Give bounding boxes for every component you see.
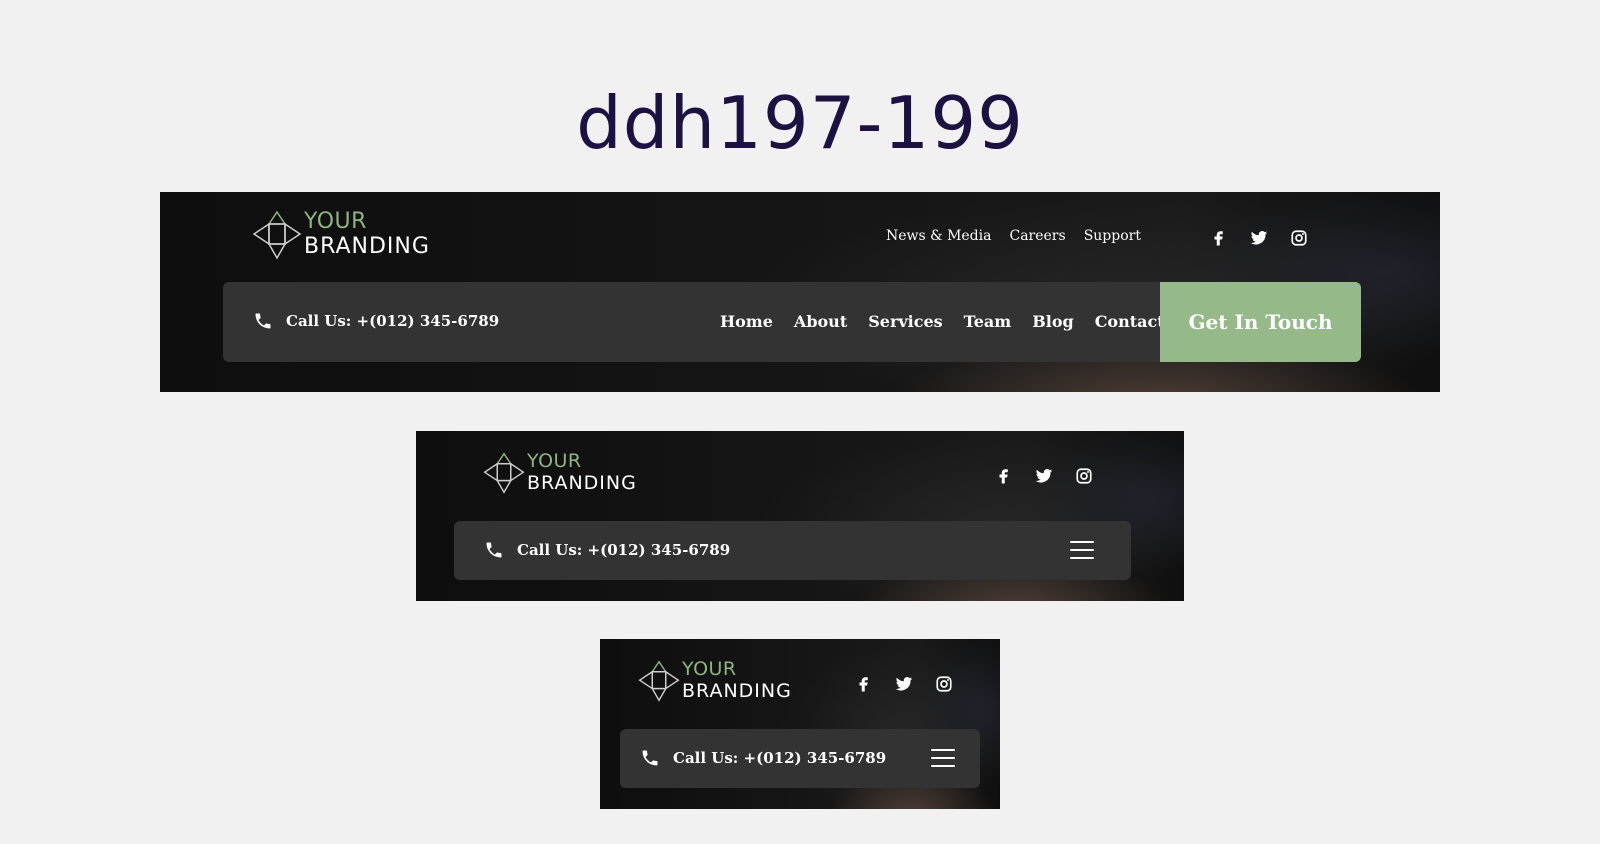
- brand-line2: BRANDING: [682, 680, 792, 702]
- brand-line2: BRANDING: [304, 234, 430, 259]
- top-link-careers[interactable]: Careers: [1009, 228, 1065, 244]
- brand-logo[interactable]: YOUR BRANDING: [252, 210, 430, 260]
- top-links: News & Media Careers Support: [886, 228, 1141, 244]
- logo-mark-icon: [638, 660, 680, 702]
- twitter-icon[interactable]: [1250, 229, 1268, 247]
- phone-contact[interactable]: Call Us: +(012) 345-6789: [640, 748, 886, 768]
- nav-about[interactable]: About: [794, 312, 847, 331]
- instagram-icon[interactable]: [935, 675, 953, 693]
- phone-icon: [255, 313, 271, 329]
- logo-mark-icon: [483, 452, 525, 494]
- twitter-icon[interactable]: [1035, 467, 1053, 485]
- hamburger-menu-icon[interactable]: [1070, 541, 1094, 559]
- logo-mark-icon: [252, 210, 302, 260]
- facebook-icon[interactable]: [1210, 229, 1228, 247]
- brand-line1: YOUR: [682, 658, 737, 680]
- social-links-mobile: [855, 675, 953, 693]
- brand-line2: BRANDING: [527, 472, 637, 494]
- phone-icon: [486, 542, 502, 558]
- brand-line1: YOUR: [527, 450, 582, 472]
- phone-contact[interactable]: Call Us: +(012) 345-6789: [253, 311, 499, 331]
- nav-team[interactable]: Team: [964, 312, 1012, 331]
- phone-contact[interactable]: Call Us: +(012) 345-6789: [484, 540, 730, 560]
- phone-label: Call Us: +(012) 345-6789: [673, 749, 887, 767]
- brand-logo-mobile[interactable]: YOUR BRANDING: [638, 659, 792, 703]
- header-desktop: YOUR BRANDING News & Media Careers Suppo…: [160, 192, 1440, 392]
- phone-label: Call Us: +(012) 345-6789: [286, 312, 500, 330]
- twitter-icon[interactable]: [895, 675, 913, 693]
- social-links-tablet: [995, 467, 1093, 485]
- facebook-icon[interactable]: [995, 467, 1013, 485]
- social-links: [1210, 229, 1308, 247]
- nav-contact[interactable]: Contact: [1095, 312, 1165, 331]
- facebook-icon[interactable]: [855, 675, 873, 693]
- header-mobile: YOUR BRANDING Call Us: +(012) 345-6789: [600, 639, 1000, 809]
- hamburger-menu-icon[interactable]: [931, 749, 955, 767]
- brand-line1: YOUR: [304, 209, 367, 234]
- nav-bar-tablet: Call Us: +(012) 345-6789: [454, 521, 1131, 580]
- brand-logo-tablet[interactable]: YOUR BRANDING: [483, 451, 637, 495]
- instagram-icon[interactable]: [1075, 467, 1093, 485]
- nav-home[interactable]: Home: [720, 312, 773, 331]
- nav-bar: Call Us: +(012) 345-6789 Home About Serv…: [223, 282, 1361, 362]
- phone-icon: [642, 750, 658, 766]
- phone-label: Call Us: +(012) 345-6789: [517, 541, 731, 559]
- page-title: ddh197-199: [576, 81, 1024, 165]
- get-in-touch-button[interactable]: Get In Touch: [1160, 282, 1361, 362]
- main-nav: Home About Services Team Blog Contact: [720, 312, 1165, 331]
- nav-bar-mobile: Call Us: +(012) 345-6789: [620, 729, 980, 788]
- header-tablet: YOUR BRANDING Call Us: +(012) 345-6789: [416, 431, 1184, 601]
- nav-blog[interactable]: Blog: [1032, 312, 1073, 331]
- instagram-icon[interactable]: [1290, 229, 1308, 247]
- top-link-news-media[interactable]: News & Media: [886, 228, 991, 244]
- nav-services[interactable]: Services: [868, 312, 942, 331]
- top-link-support[interactable]: Support: [1084, 228, 1141, 244]
